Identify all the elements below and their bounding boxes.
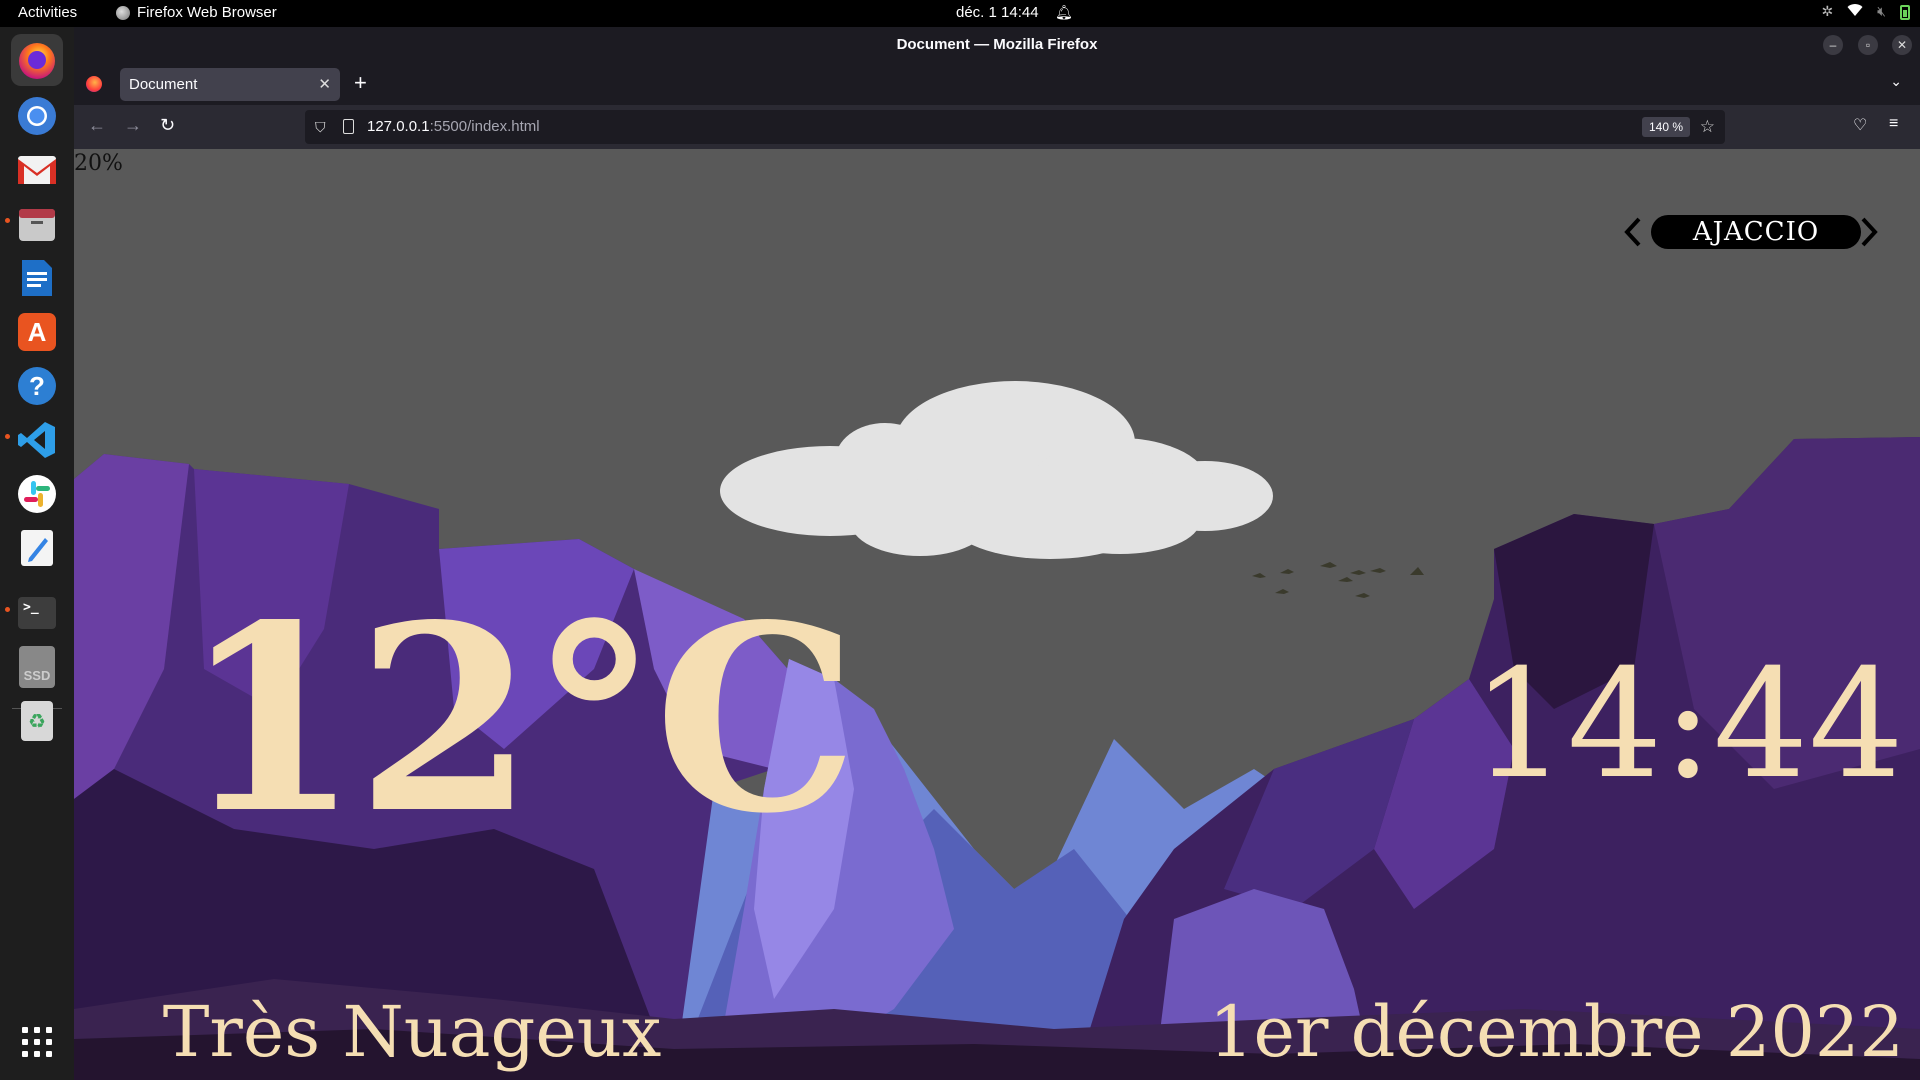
tab-close-icon[interactable]: ✕ [318,68,331,101]
dock-slack[interactable] [11,468,63,520]
volume-muted-icon[interactable]: 🔇︎ [1877,3,1886,20]
current-time: 14:44 [1471,638,1904,812]
slack-icon [18,475,56,513]
new-tab-icon[interactable]: + [354,71,367,95]
dock-terminal[interactable]: >_ [11,587,63,639]
trash-icon: ♻ [21,701,53,741]
app-center-icon: A [18,313,56,351]
url-bar[interactable]: ⛉ 127.0.0.1:5500/index.html 140 % ☆ [305,110,1725,144]
activities-button[interactable]: Activities [18,4,77,21]
url-host: 127.0.0.1 [367,118,430,135]
gmail-icon [18,156,56,184]
system-top-bar: Activities Firefox Web Browser déc. 1 14… [0,0,1920,27]
window-titlebar: Document — Mozilla Firefox – ▫ ✕ [74,27,1920,63]
wifi-icon[interactable] [1847,3,1863,20]
birds-flock [1252,562,1424,598]
system-clock[interactable]: déc. 1 14:44 [956,4,1039,21]
running-indicator [5,607,10,612]
url-text[interactable]: 127.0.0.1:5500/index.html [367,110,540,144]
dock-chromium[interactable] [11,90,63,142]
forward-arrow-icon[interactable]: → [124,115,142,136]
minimize-icon[interactable]: – [1823,35,1843,55]
firefox-mini-icon [116,5,130,20]
firefox-view-icon[interactable] [86,76,102,92]
terminal-icon: >_ [18,597,56,629]
running-indicator [5,434,10,439]
dock-trash[interactable]: ♻ [11,695,63,747]
dock-gmail[interactable] [11,144,63,196]
show-apps-button[interactable] [22,1027,52,1057]
slack-tray-icon[interactable]: ✲ [1821,3,1833,20]
page-info-icon[interactable] [343,119,354,134]
tracking-shield-icon[interactable]: ⛉ [315,110,326,144]
back-arrow-icon[interactable]: ← [88,115,106,136]
maximize-icon[interactable]: ▫ [1858,35,1878,55]
dock-writer[interactable] [11,252,63,304]
close-window-icon[interactable]: ✕ [1892,35,1912,55]
chevron-right-icon[interactable] [1856,215,1882,249]
reload-icon[interactable]: ↻ [160,115,175,136]
text-editor-icon [21,530,53,566]
dock: A ? >_ SSD ♻ [0,27,74,1080]
dock-files[interactable] [11,198,63,250]
dock-ssd[interactable]: SSD [11,641,63,693]
city-selector: AJACCIO [1620,212,1880,252]
bookmark-star-icon[interactable]: ☆ [1700,110,1715,144]
navigation-toolbar: ← → ↻ ⛉ 127.0.0.1:5500/index.html 140 % … [74,105,1920,149]
current-date: 1er décembre 2022 [1208,991,1904,1073]
tab-document[interactable]: Document ✕ [120,68,340,101]
chromium-icon [18,97,56,135]
firefox-window: Document — Mozilla Firefox – ▫ ✕ Documen… [74,27,1920,1080]
battery-icon[interactable] [1900,5,1910,20]
weather-description: Très Nuageux [162,991,662,1073]
tab-title: Document [129,76,198,93]
dock-vscode[interactable] [11,414,63,466]
help-icon: ? [18,367,56,405]
temperature: 12°C [182,570,858,870]
vscode-icon [18,422,55,458]
zoom-level-button[interactable]: 140 % [1641,117,1690,137]
city-name: AJACCIO [1651,215,1861,249]
cloud-icon [720,381,1273,559]
window-title: Document — Mozilla Firefox [896,36,1098,53]
chevron-left-icon[interactable] [1620,215,1646,249]
writer-icon [22,260,52,296]
ssd-drive-icon: SSD [19,646,55,688]
web-page: 20% AJACCIO 12°C 14:44 Très Nuageux 1er … [74,149,1920,1080]
dock-firefox[interactable] [11,34,63,86]
dock-text-editor[interactable] [11,522,63,574]
files-icon [19,209,55,241]
system-tray[interactable]: ✲ 🔇︎ [1821,3,1910,20]
list-all-tabs-icon[interactable]: ⌄ [1890,73,1902,90]
notification-bell-icon[interactable]: 🔔︎ [1055,4,1073,21]
pocket-icon[interactable]: ♡ [1853,115,1867,135]
app-menu-label: Firefox Web Browser [137,4,277,21]
progress-text: 20% [74,151,123,176]
dock-help[interactable]: ? [11,360,63,412]
running-indicator [5,218,10,223]
app-menu[interactable]: Firefox Web Browser [116,4,277,21]
firefox-icon [19,43,55,79]
menu-hamburger-icon[interactable]: ≡ [1889,115,1898,133]
dock-app-center[interactable]: A [11,306,63,358]
url-path: :5500/index.html [429,118,540,135]
tab-bar: Document ✕ + ⌄ [74,63,1920,105]
